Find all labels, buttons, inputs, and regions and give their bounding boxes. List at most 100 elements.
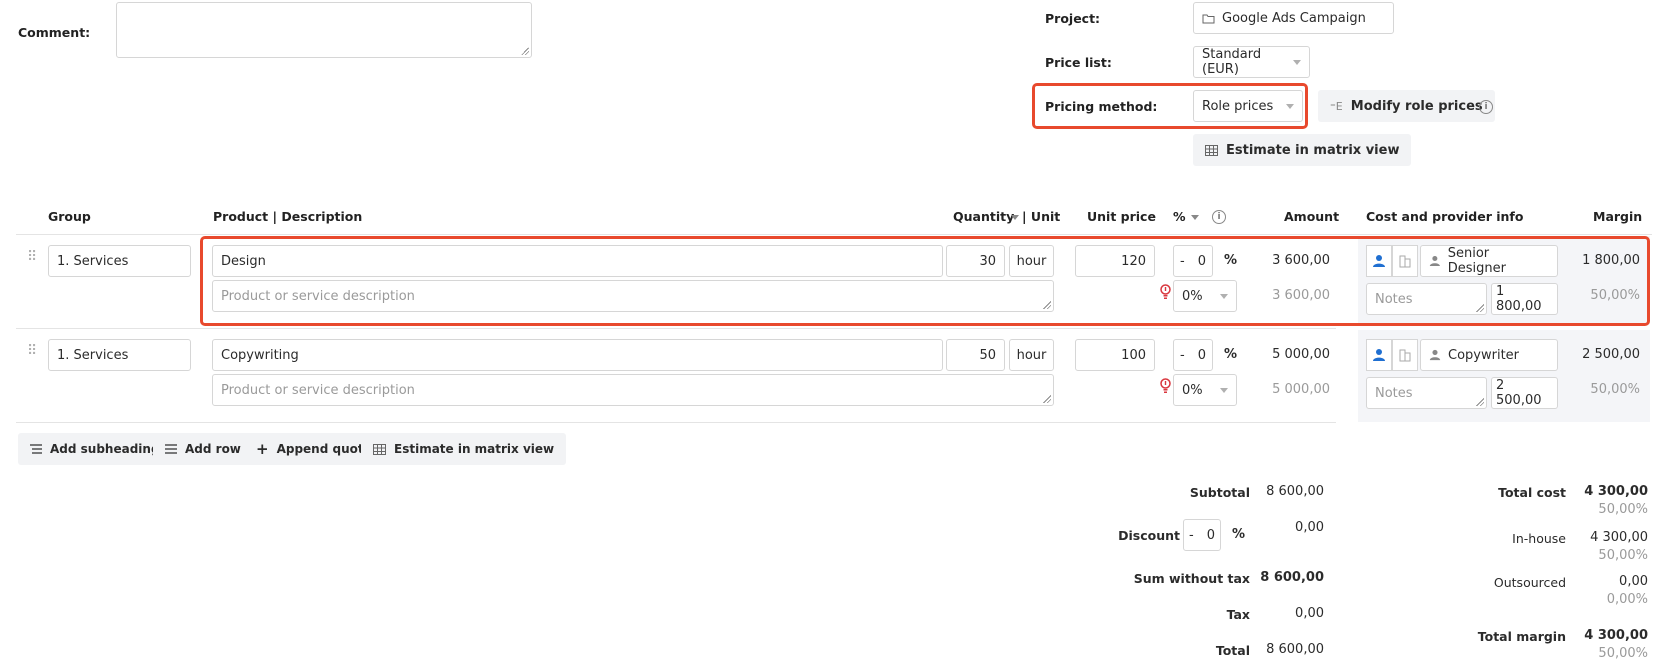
notes-textarea[interactable]: Notes — [1366, 283, 1487, 315]
margin-value: 1 800,00 — [1582, 253, 1640, 268]
amount-value: 3 600,00 — [1272, 253, 1330, 268]
group-value: 1. Services — [57, 347, 129, 363]
resize-handle[interactable] — [1043, 395, 1051, 403]
discount-input[interactable]: - 0 — [1173, 245, 1213, 277]
info-icon[interactable]: i — [1479, 100, 1493, 114]
estimate-matrix-label-top: Estimate in matrix view — [1226, 142, 1400, 158]
warning-bulb-icon[interactable] — [1160, 284, 1171, 300]
total-discount-input[interactable]: - 0 — [1183, 519, 1221, 551]
tax-label: Tax — [1226, 607, 1250, 622]
provider-select[interactable]: Copywriter — [1420, 339, 1558, 371]
group-input[interactable]: 1. Services — [48, 339, 191, 371]
project-field[interactable]: Google Ads Campaign — [1193, 2, 1394, 34]
building-icon — [1399, 255, 1411, 268]
estimate-matrix-button-top[interactable]: Estimate in matrix view — [1193, 134, 1412, 166]
header-percent[interactable]: % — [1173, 209, 1186, 224]
project-value: Google Ads Campaign — [1222, 10, 1366, 26]
outsourced-toggle[interactable] — [1392, 339, 1418, 371]
subtotal-label: Subtotal — [1189, 485, 1250, 500]
discount-input[interactable]: - 0 — [1173, 339, 1213, 371]
tax-select[interactable]: 0% — [1173, 280, 1237, 312]
margin-value: 2 500,00 — [1582, 347, 1640, 362]
discount-sign[interactable]: - — [1180, 348, 1185, 363]
price-list-value: Standard (EUR) — [1202, 47, 1262, 77]
description-textarea[interactable]: Product or service description — [212, 374, 1054, 406]
header-group: Group — [48, 209, 91, 224]
inhouse-toggle[interactable] — [1366, 339, 1392, 371]
outsourced-toggle[interactable] — [1392, 245, 1418, 277]
discount-unit: % — [1224, 253, 1238, 268]
unit-input[interactable]: hour — [1009, 245, 1054, 277]
notes-placeholder: Notes — [1375, 385, 1413, 401]
quantity-value: 50 — [979, 347, 996, 363]
description-textarea[interactable]: Product or service description — [212, 280, 1054, 312]
comment-textarea[interactable] — [116, 2, 532, 58]
product-input[interactable]: Copywriting — [212, 339, 943, 371]
drag-handle-icon[interactable]: ⠿ — [27, 344, 37, 358]
folder-icon — [1202, 14, 1215, 23]
add-row-label: Add row — [185, 442, 241, 456]
subheading-icon — [30, 444, 42, 454]
cost-input[interactable]: 1 800,00 — [1491, 283, 1558, 315]
resize-handle[interactable] — [1476, 304, 1484, 312]
notes-textarea[interactable]: Notes — [1366, 377, 1487, 409]
table-icon — [1205, 144, 1218, 156]
discount-label: Discount — [1118, 528, 1180, 543]
provider-select[interactable]: Senior Designer — [1420, 245, 1558, 277]
project-label: Project: — [1045, 11, 1101, 26]
estimate-matrix-label: Estimate in matrix view — [394, 442, 555, 456]
building-icon — [1399, 349, 1411, 362]
header-cost-info: Cost and provider info — [1366, 209, 1524, 224]
quantity-input[interactable]: 50 — [946, 339, 1005, 371]
discount-sign[interactable]: - — [1180, 254, 1185, 269]
tax-select[interactable]: 0% — [1173, 374, 1237, 406]
divider — [16, 328, 1336, 329]
amount-secondary: 3 600,00 — [1272, 288, 1330, 303]
drag-handle-icon[interactable]: ⠿ — [27, 250, 37, 264]
person-icon — [1373, 255, 1385, 267]
warning-bulb-icon[interactable] — [1160, 378, 1171, 394]
tax-value: 0,00 — [1295, 606, 1324, 621]
unit-price-value: 100 — [1121, 347, 1146, 363]
inhouse-percent: 50,00% — [1598, 548, 1648, 563]
person-icon — [1429, 255, 1440, 267]
modify-role-prices-button[interactable]: ⁼E Modify role prices — [1318, 90, 1495, 122]
unit-value: hour — [1016, 347, 1047, 363]
info-icon[interactable]: i — [1212, 210, 1226, 224]
price-list-label: Price list: — [1045, 55, 1112, 70]
total-margin-label: Total margin — [1477, 629, 1566, 644]
unit-price-input[interactable]: 120 — [1075, 245, 1155, 277]
price-list-select[interactable]: Standard (EUR) — [1193, 46, 1310, 78]
quantity-input[interactable]: 30 — [946, 245, 1005, 277]
person-icon — [1429, 349, 1441, 361]
discount-unit: % — [1232, 527, 1246, 542]
unit-price-input[interactable]: 100 — [1075, 339, 1155, 371]
product-input[interactable]: Design — [212, 245, 943, 277]
pricing-method-select[interactable]: Role prices — [1193, 90, 1303, 122]
cost-input[interactable]: 2 500,00 — [1491, 377, 1558, 409]
plus-icon: + — [256, 440, 269, 458]
sum-without-tax-value: 8 600,00 — [1260, 570, 1324, 585]
header-quantity[interactable]: Quantity — [953, 209, 1014, 224]
resize-handle[interactable] — [1043, 301, 1051, 309]
group-input[interactable]: 1. Services — [48, 245, 191, 277]
product-value: Copywriting — [221, 347, 299, 363]
resize-handle[interactable] — [1476, 398, 1484, 406]
chevron-down-icon — [1293, 60, 1301, 65]
total-label: Total — [1215, 643, 1250, 658]
unit-price-value: 120 — [1121, 253, 1146, 269]
unit-value: hour — [1016, 253, 1047, 269]
resize-handle[interactable] — [521, 47, 529, 55]
sort-arrow-icon[interactable] — [1011, 215, 1019, 220]
add-subheading-button[interactable]: Add subheading — [18, 433, 172, 465]
unit-input[interactable]: hour — [1009, 339, 1054, 371]
inhouse-toggle[interactable] — [1366, 245, 1392, 277]
estimate-matrix-button[interactable]: Estimate in matrix view — [361, 433, 567, 465]
discount-sign[interactable]: - — [1189, 528, 1194, 543]
sort-arrow-icon[interactable] — [1191, 215, 1199, 220]
header-amount: Amount — [1284, 209, 1340, 224]
add-row-button[interactable]: Add row — [153, 433, 253, 465]
header-unit-price: Unit price — [1087, 209, 1156, 224]
list-tree-icon: ⁼E — [1330, 99, 1343, 113]
margin-percent: 50,00% — [1590, 382, 1640, 397]
